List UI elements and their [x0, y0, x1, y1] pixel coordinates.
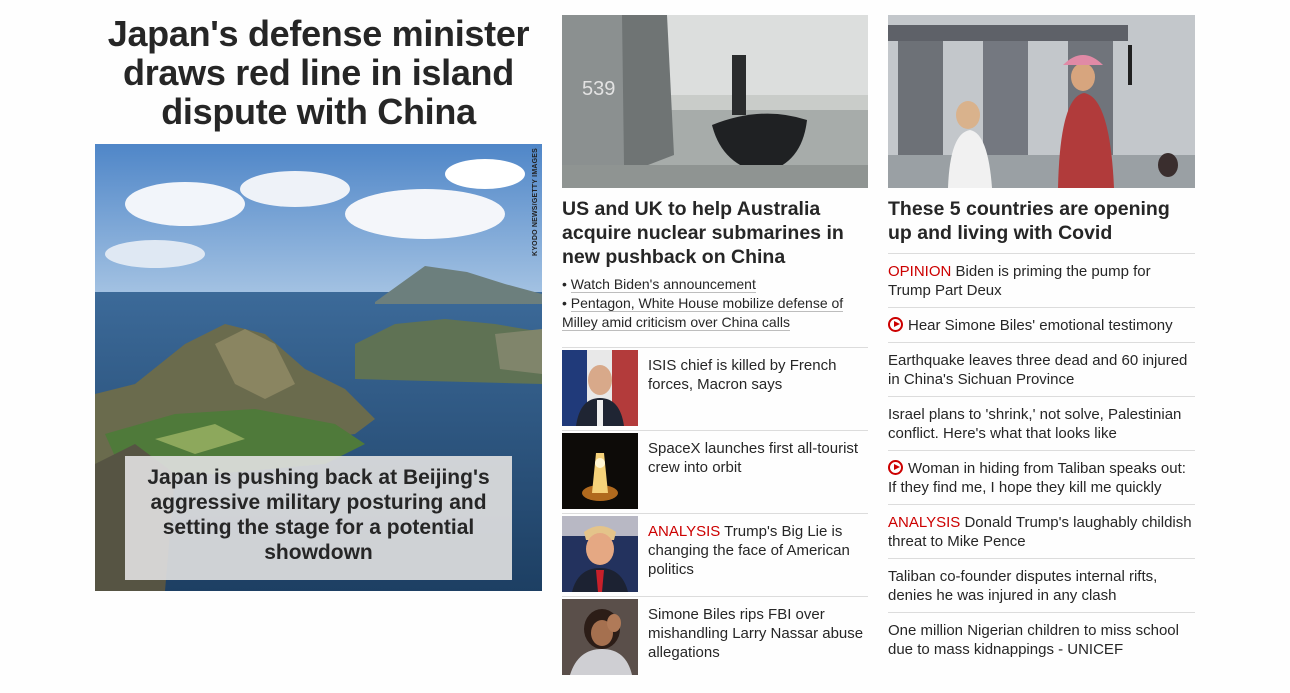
lead-headline-link[interactable]: US and UK to help Australia acquire nucl… [562, 197, 868, 269]
list-item[interactable]: OPINION Biden is priming the pump for Tr… [888, 254, 1195, 308]
list-item[interactable]: One million Nigerian children to miss sc… [888, 613, 1195, 666]
hero-image-link[interactable]: KYODO NEWS/GETTY IMAGES Japan is pushing… [95, 144, 542, 591]
hero-story: Japan's defense minister draws red line … [95, 14, 542, 591]
middle-column: 539 US and UK to help Australia acquire … [562, 15, 868, 680]
list-item[interactable]: Simone Biles rips FBI over mishandling L… [562, 597, 868, 680]
hero-caption[interactable]: Japan is pushing back at Beijing's aggre… [135, 465, 502, 565]
covid-headline[interactable]: These 5 countries are opening up and liv… [888, 197, 1195, 245]
related-links: • Watch Biden's announcement • Pentagon,… [562, 275, 868, 332]
story-headline[interactable]: ANALYSIS Trump's Big Lie is changing the… [638, 515, 868, 596]
macron-thumbnail[interactable] [562, 350, 638, 426]
list-item[interactable]: SpaceX launches first all-tourist crew i… [562, 431, 868, 514]
related-link[interactable]: • Watch Biden's announcement [562, 275, 868, 294]
covid-image-link[interactable] [888, 15, 1195, 188]
video-play-icon [888, 317, 903, 332]
list-item[interactable]: Earthquake leaves three dead and 60 inju… [888, 343, 1195, 397]
headline-list: OPINION Biden is priming the pump for Tr… [888, 253, 1195, 666]
analysis-kicker[interactable]: ANALYSIS [648, 523, 720, 540]
list-item[interactable]: ANALYSIS Trump's Big Lie is changing the… [562, 514, 868, 597]
portrait-photo [562, 516, 638, 592]
story-headline[interactable]: Simone Biles rips FBI over mishandling L… [638, 598, 868, 680]
hero-headline[interactable]: Japan's defense minister draws red line … [95, 14, 542, 131]
list-item[interactable]: Woman in hiding from Taliban speaks out:… [888, 451, 1195, 505]
list-item[interactable]: Hear Simone Biles' emotional testimony [888, 308, 1195, 343]
photo-credit: KYODO NEWS/GETTY IMAGES [532, 148, 539, 256]
hero-headline-link[interactable]: Japan's defense minister draws red line … [95, 14, 542, 131]
analysis-kicker[interactable]: ANALYSIS [888, 514, 960, 531]
svg-text:539: 539 [582, 78, 615, 100]
opinion-kicker[interactable]: OPINION [888, 263, 951, 280]
list-item[interactable]: Israel plans to 'shrink,' not solve, Pal… [888, 397, 1195, 451]
story-headline[interactable]: SpaceX launches first all-tourist crew i… [638, 432, 868, 513]
biles-thumbnail[interactable] [562, 599, 638, 675]
submarine-image-link[interactable]: 539 [562, 15, 868, 188]
related-link[interactable]: • Pentagon, White House mobilize defense… [562, 294, 868, 332]
rocket-launch-photo [562, 433, 638, 509]
list-item[interactable]: Taliban co-founder disputes internal rif… [888, 559, 1195, 613]
portrait-photo [562, 350, 638, 426]
spacex-thumbnail[interactable] [562, 433, 638, 509]
singapore-photo [888, 15, 1195, 188]
lead-headline[interactable]: US and UK to help Australia acquire nucl… [562, 197, 868, 269]
list-item[interactable]: ISIS chief is killed by French forces, M… [562, 348, 868, 431]
story-list: ISIS chief is killed by French forces, M… [562, 347, 868, 680]
list-item[interactable]: ANALYSIS Donald Trump's laughably childi… [888, 505, 1195, 559]
video-play-icon [888, 460, 903, 475]
submarine-photo: 539 [562, 15, 868, 188]
portrait-photo [562, 599, 638, 675]
hero-caption-box[interactable]: Japan is pushing back at Beijing's aggre… [125, 456, 512, 580]
story-headline[interactable]: ISIS chief is killed by French forces, M… [638, 349, 868, 430]
trump-thumbnail[interactable] [562, 516, 638, 592]
right-column: These 5 countries are opening up and liv… [888, 15, 1195, 666]
covid-headline-link[interactable]: These 5 countries are opening up and liv… [888, 197, 1195, 245]
